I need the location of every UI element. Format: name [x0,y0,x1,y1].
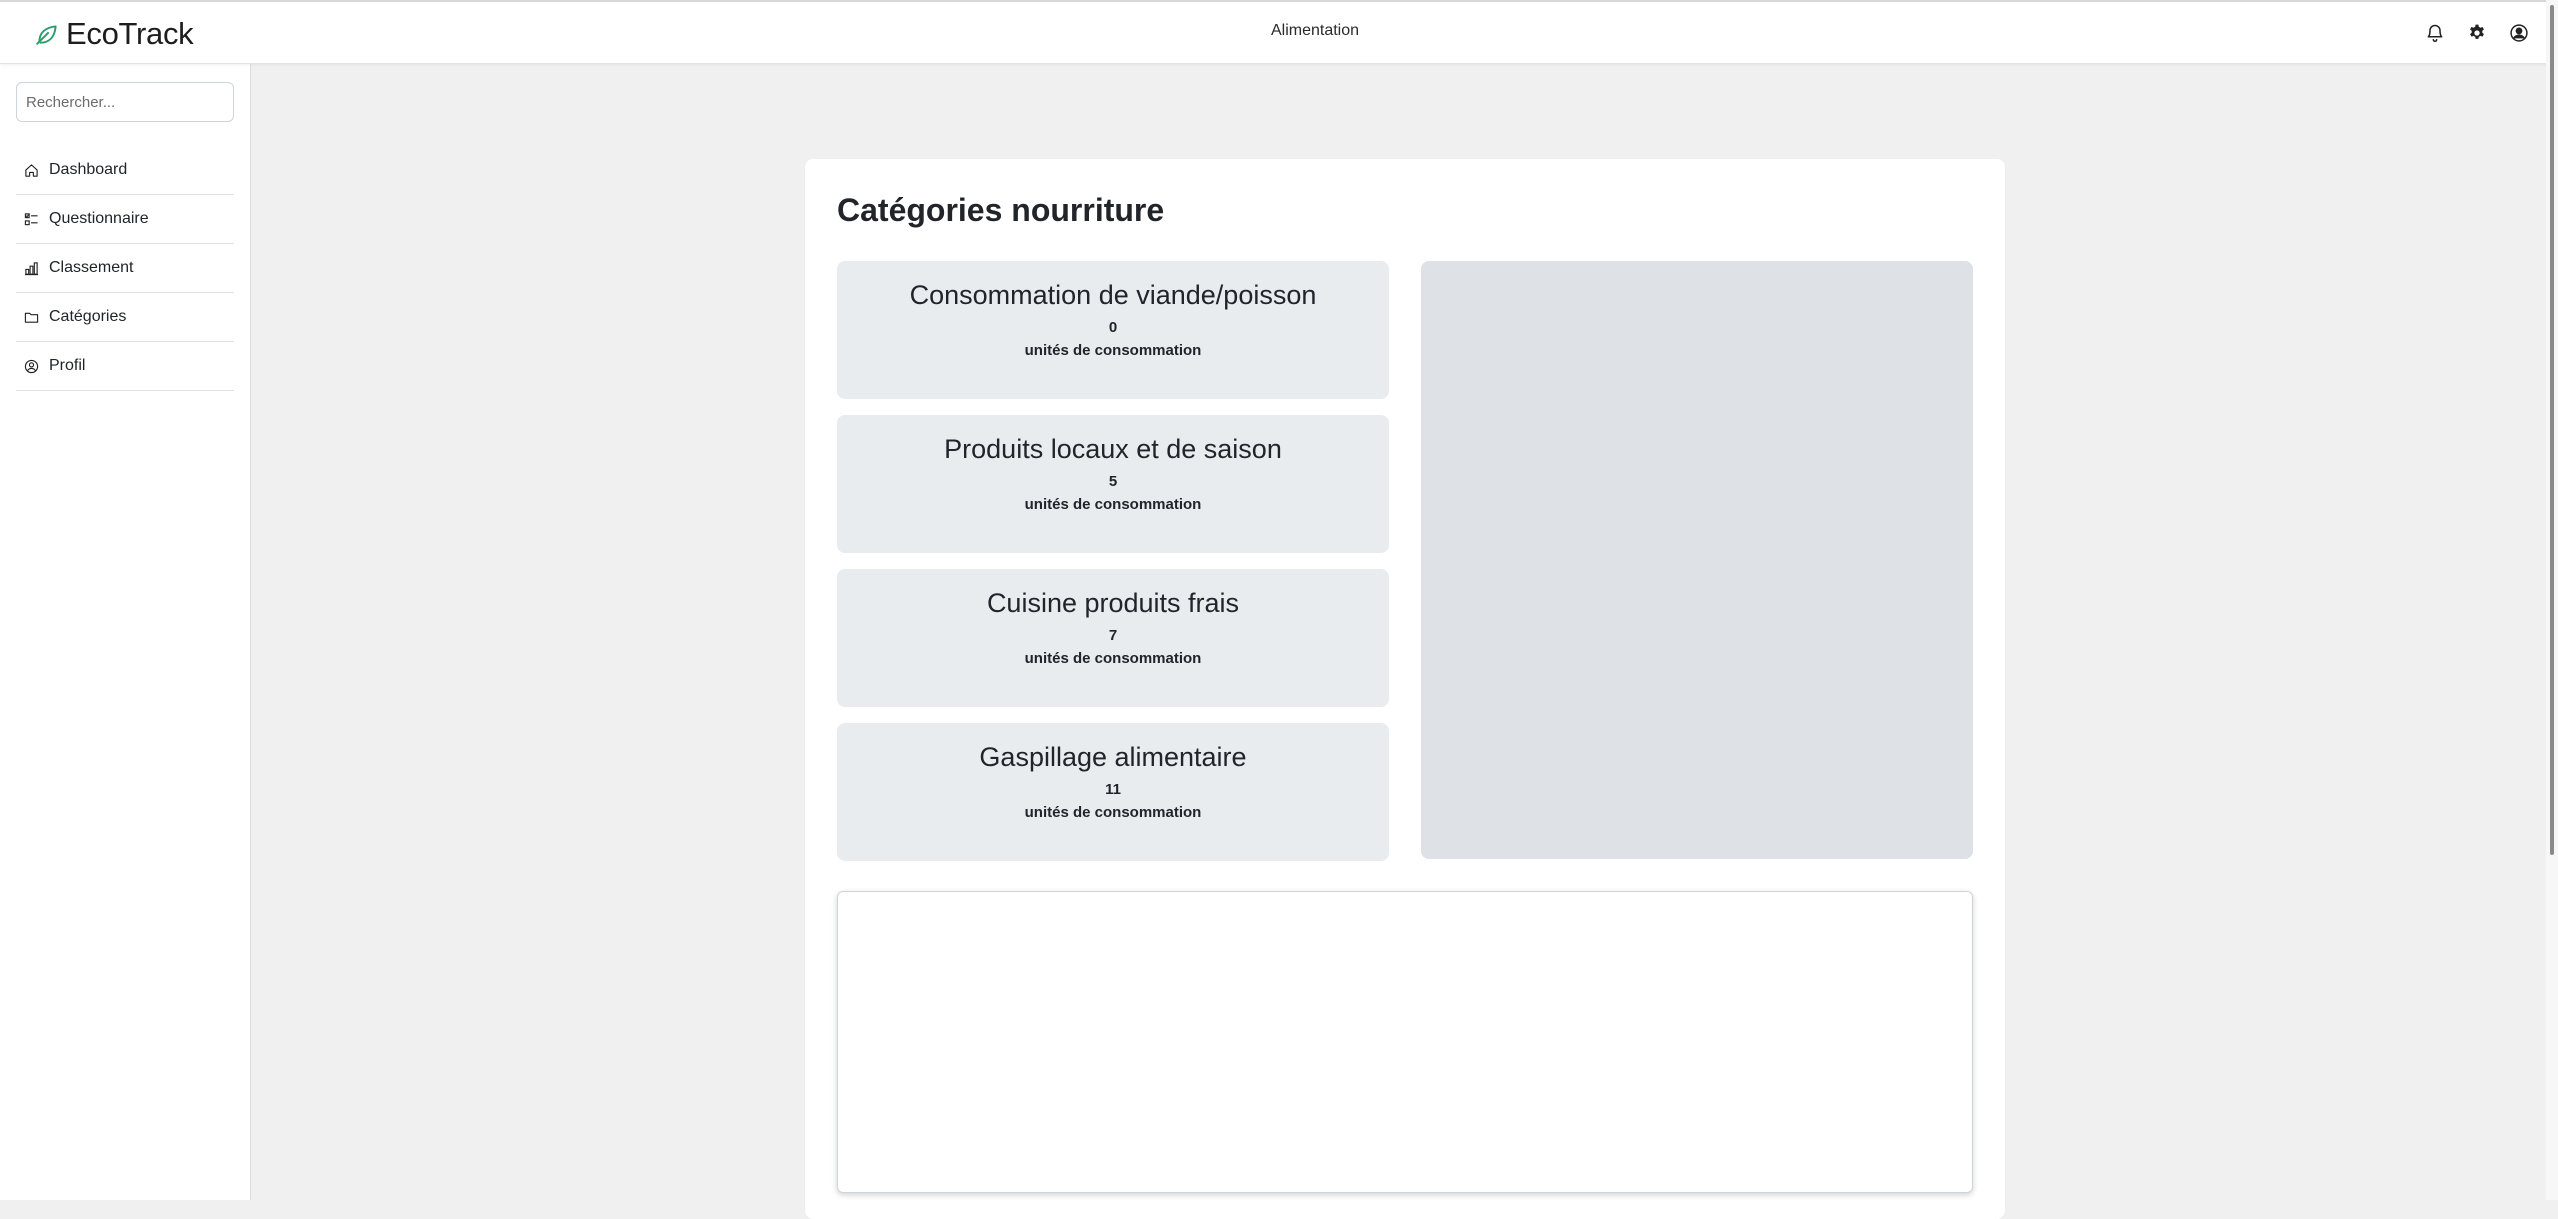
category-unit: unités de consommation [1024,496,1202,513]
category-title: Consommation de viande/poisson [909,280,1317,310]
category-card-meat-fish[interactable]: Consommation de viande/poisson 0 unités … [837,261,1389,399]
sidebar-item-profil[interactable]: Profil [16,342,234,391]
folder-icon [24,312,39,323]
sidebar-item-label: Profil [49,357,86,374]
sidebar-item-dashboard[interactable]: Dashboard [16,146,234,195]
category-title: Gaspillage alimentaire [979,742,1247,772]
sidebar-item-label: Classement [49,259,134,276]
category-unit: unités de consommation [1024,342,1202,359]
category-unit: unités de consommation [1024,804,1202,821]
category-value: 5 [1108,473,1118,490]
category-unit: unités de consommation [1024,650,1202,667]
category-value: 0 [1108,319,1118,336]
page-title: Catégories nourriture [837,192,1165,228]
page-section-title: Alimentation [1270,22,1360,39]
sidebar-item-label: Questionnaire [49,210,149,227]
sidebar-item-classement[interactable]: Classement [16,244,234,293]
detail-panel [837,891,1973,1193]
home-icon [25,163,38,177]
scrollbar-thumb[interactable] [2550,5,2554,855]
page-scrollbar[interactable] [2546,0,2558,1200]
sidebar-item-label: Dashboard [49,161,128,178]
leaf-logo-icon [36,25,57,45]
sidebar-item-categories[interactable]: Catégories [16,293,234,342]
user-circle-icon[interactable] [2508,22,2530,44]
chart-placeholder [1421,261,1973,859]
sidebar-nav: Dashboard Questionnaire Classement Catég… [16,146,234,391]
list-check-icon [24,212,38,225]
gear-icon[interactable] [2466,22,2488,44]
bar-chart-icon [24,261,39,275]
top-navbar: EcoTrack Alimentation [0,0,2558,64]
brand-name: EcoTrack [66,16,194,51]
category-title: Produits locaux et de saison [944,434,1282,464]
category-card-fresh-cooking[interactable]: Cuisine produits frais 7 unités de conso… [837,569,1389,707]
category-value: 7 [1108,627,1118,644]
user-circle-icon [24,359,39,373]
category-card-local-seasonal[interactable]: Produits locaux et de saison 5 unités de… [837,415,1389,553]
categories-panel: Catégories nourriture Consommation de vi… [805,159,2005,1219]
category-value: 11 [1105,781,1121,798]
sidebar-item-questionnaire[interactable]: Questionnaire [16,195,234,244]
search-input[interactable] [16,82,234,122]
brand[interactable]: EcoTrack [34,14,194,54]
category-card-food-waste[interactable]: Gaspillage alimentaire 11 unités de cons… [837,723,1389,861]
bell-icon[interactable] [2424,22,2446,44]
sidebar: Dashboard Questionnaire Classement [0,64,251,1200]
category-title: Cuisine produits frais [986,588,1240,618]
sidebar-item-label: Catégories [49,308,127,325]
header-actions [2424,22,2530,44]
